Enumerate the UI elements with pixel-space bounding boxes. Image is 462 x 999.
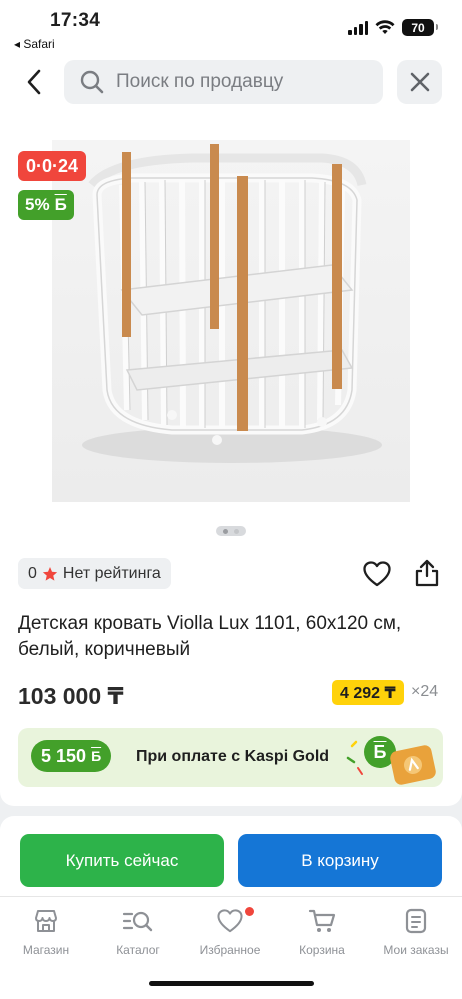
bonus-badge: 5% Б — [18, 190, 74, 220]
tab-store[interactable]: Магазин — [0, 907, 92, 957]
buy-now-button[interactable]: Купить сейчас — [20, 834, 224, 887]
share-button[interactable] — [410, 557, 444, 589]
home-indicator[interactable] — [149, 981, 314, 986]
heart-icon — [363, 561, 391, 587]
kaspi-gold-banner[interactable]: 5 150 Б При оплате с Kaspi Gold Б — [18, 728, 443, 787]
status-bar: 17:34 ◂ Safari 70 — [0, 0, 462, 56]
seller-search-input[interactable]: Поиск по продавцу — [64, 60, 383, 104]
pagination-dot — [223, 528, 228, 534]
baby-crib-illustration — [82, 144, 382, 463]
bonus-percent: 5% — [25, 195, 50, 214]
add-to-cart-button[interactable]: В корзину — [238, 834, 442, 887]
kaspi-logo-icon — [404, 756, 422, 774]
wifi-icon — [375, 20, 395, 34]
chevron-left-icon — [27, 69, 41, 95]
kaspi-bonus-pill: 5 150 Б — [31, 740, 112, 772]
kaspi-bonus-symbol: Б — [91, 748, 102, 764]
tab-favorites-label: Избранное — [199, 943, 261, 957]
close-icon — [410, 72, 429, 92]
tab-catalog-label: Каталог — [116, 943, 160, 957]
product-title: Детская кровать Violla Lux 1101, 60x120 … — [18, 613, 402, 660]
pagination-dot — [234, 528, 239, 534]
tab-store-label: Магазин — [22, 943, 70, 957]
search-placeholder: Поиск по продавцу — [116, 71, 284, 92]
kaspi-gold-card-icon — [388, 744, 438, 786]
orders-icon — [405, 908, 427, 934]
tab-cart-label: Корзина — [299, 943, 345, 957]
star-icon — [42, 566, 58, 581]
image-pagination-dots[interactable] — [216, 526, 246, 536]
kaspi-bonus-amount: 5 150 — [41, 745, 87, 766]
tab-favorites[interactable]: Избранное — [184, 907, 276, 957]
product-image[interactable] — [52, 140, 410, 502]
close-search-button[interactable] — [397, 60, 442, 104]
rating-chip[interactable]: 0 Нет рейтинга — [18, 558, 171, 589]
tab-orders[interactable]: Мои заказы — [370, 907, 462, 957]
search-icon — [80, 70, 104, 94]
share-icon — [415, 559, 439, 587]
bottom-tab-bar: Магазин Каталог Избранное Корзина Мои за… — [0, 896, 462, 999]
product-card: 0·0·24 5% Б 0 Нет рейтинга Детская крова… — [0, 112, 462, 806]
rating-value: 0 — [28, 564, 37, 582]
monthly-payment-badge[interactable]: 4 292 ₸ — [332, 680, 404, 705]
back-button[interactable] — [14, 62, 54, 102]
tab-catalog[interactable]: Каталог — [92, 907, 184, 957]
product-price: 103 000 ₸ — [18, 683, 124, 709]
tab-orders-label: Мои заказы — [383, 943, 449, 957]
kaspi-gold-text: При оплате с Kaspi Gold — [136, 748, 330, 765]
installment-badge: 0·0·24 — [18, 151, 87, 181]
status-icons: 70 — [348, 19, 438, 36]
search-header: Поиск по продавцу — [0, 56, 462, 112]
back-to-safari-link[interactable]: ◂ Safari — [14, 37, 55, 51]
battery-indicator: 70 — [402, 19, 438, 36]
installment-months: ×24 — [411, 683, 439, 700]
purchase-actions: Купить сейчас В корзину — [0, 816, 462, 896]
store-icon — [35, 910, 57, 932]
rating-text: Нет рейтинга — [62, 564, 161, 582]
notification-dot — [245, 907, 254, 916]
bonus-symbol: Б — [54, 195, 67, 214]
cellular-signal-icon — [348, 20, 368, 35]
catalog-search-icon — [122, 911, 153, 932]
status-time: 17:34 — [50, 10, 101, 31]
tab-cart[interactable]: Корзина — [276, 907, 368, 957]
cart-icon — [308, 909, 336, 932]
heart-icon — [217, 909, 243, 933]
add-to-favorites-button[interactable] — [360, 559, 394, 589]
